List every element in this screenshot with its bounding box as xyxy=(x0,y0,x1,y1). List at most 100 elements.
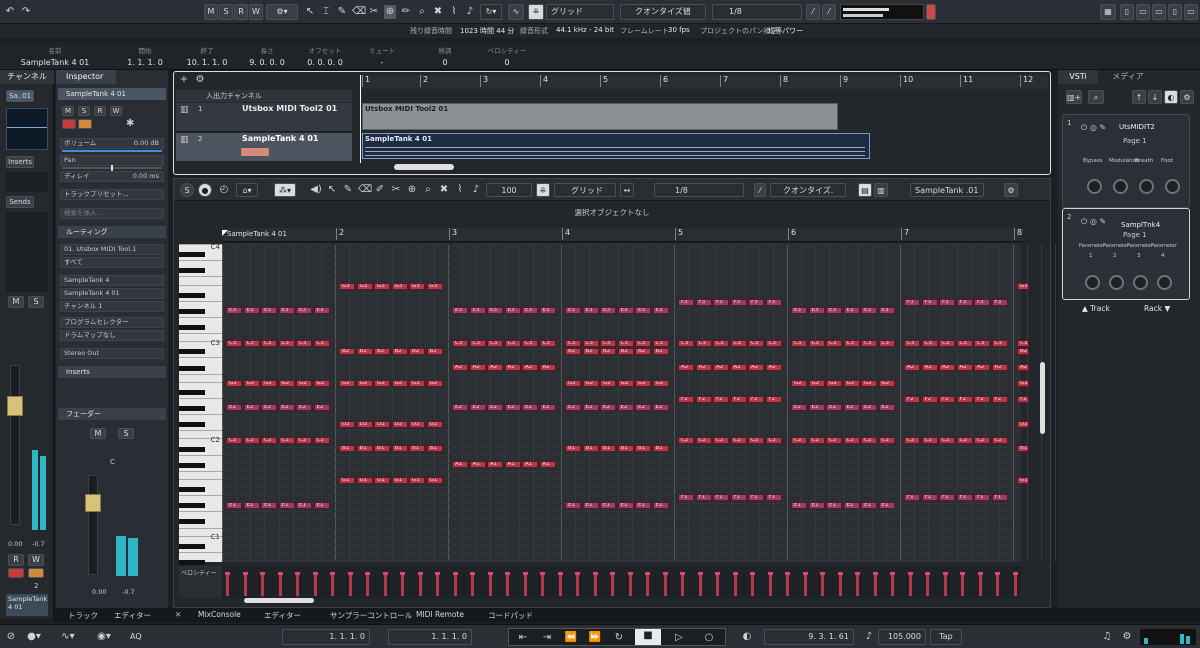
midi-note[interactable]: G1 xyxy=(1017,477,1029,484)
midi-note[interactable]: E3 xyxy=(261,307,277,314)
midi-note[interactable]: C3 xyxy=(226,340,242,347)
midi-note[interactable]: E3 xyxy=(808,307,825,314)
midi-note[interactable]: D2 xyxy=(356,421,373,428)
midi-note[interactable]: E1 xyxy=(226,502,242,509)
midi-note[interactable]: G2 xyxy=(843,380,860,387)
midi-note[interactable]: C3 xyxy=(452,340,468,347)
midi-note[interactable]: E3 xyxy=(861,307,877,314)
audio-performance-icon[interactable]: ∿▾ xyxy=(58,630,78,644)
midi-note[interactable]: C3 xyxy=(582,340,599,347)
midi-note[interactable]: F3 xyxy=(695,299,712,306)
midi-note[interactable]: E2 xyxy=(791,404,807,411)
left-zone-icon[interactable]: ▯ xyxy=(1120,4,1134,20)
snap-toggle-icon[interactable]: ∿ xyxy=(508,4,524,20)
midi-note[interactable]: G3 xyxy=(409,283,425,290)
track-row-1[interactable]: ▥ 1 Utsbox MIDI Tool2 01 xyxy=(176,103,352,132)
velocity-bar[interactable] xyxy=(382,572,388,596)
show-controllers-icon[interactable]: ▥ xyxy=(874,183,888,197)
midi-note[interactable]: C3 xyxy=(808,340,825,347)
velocity-bar[interactable] xyxy=(435,572,440,596)
midi-note[interactable]: E3 xyxy=(826,307,842,314)
midi-note[interactable]: C3 xyxy=(791,340,807,347)
midi-note[interactable]: G2 xyxy=(374,380,390,387)
midi-note[interactable]: G2 xyxy=(600,380,616,387)
tempo-track-icon[interactable]: ♪ xyxy=(862,630,876,644)
velocity-lane-label[interactable]: ベロシティー xyxy=(179,566,222,598)
velocity-bar[interactable] xyxy=(697,572,703,596)
tab-midi-remote[interactable]: MIDI Remote xyxy=(416,610,464,619)
slot-1-knob-2[interactable] xyxy=(1113,179,1128,194)
editor-time-warp-icon[interactable]: ♪ xyxy=(470,183,482,197)
inserts-section-header[interactable]: Inserts xyxy=(58,366,166,378)
midi-note[interactable]: C3 xyxy=(921,340,938,347)
note-grid[interactable]: G3 G3 G3 G3 G3 G3 G3 E3 E3 E3 E3 E3 E3 E3 E3 E3 E3 E3 E3 E3… xyxy=(222,230,1113,562)
midi-note[interactable]: B1 xyxy=(635,445,651,452)
tab-track[interactable]: トラック xyxy=(68,610,98,621)
delay-row[interactable]: ディレイ 0.00 ms xyxy=(60,171,164,182)
velocity-bar[interactable] xyxy=(417,572,423,596)
midi-note[interactable]: E2 xyxy=(504,404,521,411)
midi-note[interactable]: G1 xyxy=(391,477,408,484)
slot-1-knob-3[interactable] xyxy=(1139,179,1154,194)
midi-note[interactable]: G1 xyxy=(374,477,390,484)
midi-note[interactable]: B1 xyxy=(652,445,669,452)
midi-note[interactable]: A2 xyxy=(974,364,990,371)
midi-note[interactable]: B2 xyxy=(617,348,634,355)
event-colors-icon[interactable]: ⁂▾ xyxy=(274,183,296,197)
velocity-bar[interactable] xyxy=(890,572,895,596)
track-folder-icon[interactable]: ⚙ xyxy=(194,73,206,87)
midi-note[interactable]: C2 xyxy=(974,437,990,444)
midi-note[interactable]: F1 xyxy=(678,494,694,501)
midi-note[interactable]: B1 xyxy=(391,445,408,452)
midi-note[interactable]: A2 xyxy=(730,364,747,371)
midi-note[interactable]: C2 xyxy=(861,437,877,444)
midi-note[interactable]: C3 xyxy=(765,340,782,347)
midi-note[interactable]: F2 xyxy=(921,396,938,403)
channel-mute-button[interactable]: M xyxy=(8,296,24,308)
midi-note[interactable]: F2 xyxy=(956,396,973,403)
editor-track-select[interactable]: SampleTank .01 xyxy=(910,183,984,197)
volume-row[interactable]: ボリューム 0.00 dB xyxy=(60,138,164,149)
black-key[interactable] xyxy=(179,325,205,330)
midi-note[interactable]: F3 xyxy=(904,299,920,306)
midi-note[interactable]: D2 xyxy=(391,421,408,428)
midi-note[interactable]: E2 xyxy=(243,404,260,411)
select-tool-icon[interactable]: ↖ xyxy=(326,183,338,197)
record-icon[interactable]: ○ xyxy=(699,631,719,645)
inserts-slots[interactable] xyxy=(6,172,48,192)
velocity-bar[interactable] xyxy=(785,572,790,596)
midi-note[interactable]: E3 xyxy=(878,307,895,314)
fader-mute-button[interactable]: M xyxy=(90,428,106,439)
editor-v-scrollbar[interactable] xyxy=(1040,362,1045,434)
black-key[interactable] xyxy=(179,406,205,411)
midi-note[interactable]: F1 xyxy=(765,494,782,501)
speaker-icon[interactable]: ◀) xyxy=(310,183,322,197)
rack-slot-2[interactable]: 2 ⏻ ◎ ✎ SamplTnk4 Page 1 Parameter Param… xyxy=(1062,208,1190,300)
midi-note[interactable]: E1 xyxy=(582,502,599,509)
midi-note[interactable]: C3 xyxy=(748,340,764,347)
velocity-bar[interactable] xyxy=(470,572,475,596)
velocity-bar[interactable] xyxy=(225,572,230,596)
glue-tool-icon[interactable]: ⊕ xyxy=(384,5,396,19)
midi-note[interactable]: D2 xyxy=(339,421,355,428)
chord-editor-icon[interactable]: ▤ xyxy=(858,183,872,197)
midi-note[interactable]: G3 xyxy=(356,283,373,290)
velocity-bar[interactable] xyxy=(977,572,983,596)
track-view-button[interactable]: ▲ Track xyxy=(1082,304,1110,313)
midi-note[interactable]: E1 xyxy=(843,502,860,509)
midi-note[interactable]: E1 xyxy=(861,502,877,509)
editor-erase-icon[interactable]: ⌫ xyxy=(358,183,372,197)
midi-note[interactable]: C2 xyxy=(843,437,860,444)
midi-note[interactable]: E3 xyxy=(452,307,468,314)
velocity-bar[interactable] xyxy=(452,572,458,596)
sends-slots[interactable] xyxy=(6,212,48,292)
midi-note[interactable]: E2 xyxy=(600,404,616,411)
midi-note[interactable]: B2 xyxy=(374,348,390,355)
midi-note[interactable]: B1 xyxy=(582,445,599,452)
metronome-toggle-icon[interactable]: ◐ xyxy=(740,630,754,644)
velocity-bar[interactable] xyxy=(557,572,563,596)
midi-note[interactable]: F1 xyxy=(939,494,955,501)
midi-note[interactable]: G3 xyxy=(374,283,390,290)
piano-keyboard[interactable]: C4 C3 C2 C1 xyxy=(179,243,222,565)
midi-note[interactable]: C3 xyxy=(504,340,521,347)
